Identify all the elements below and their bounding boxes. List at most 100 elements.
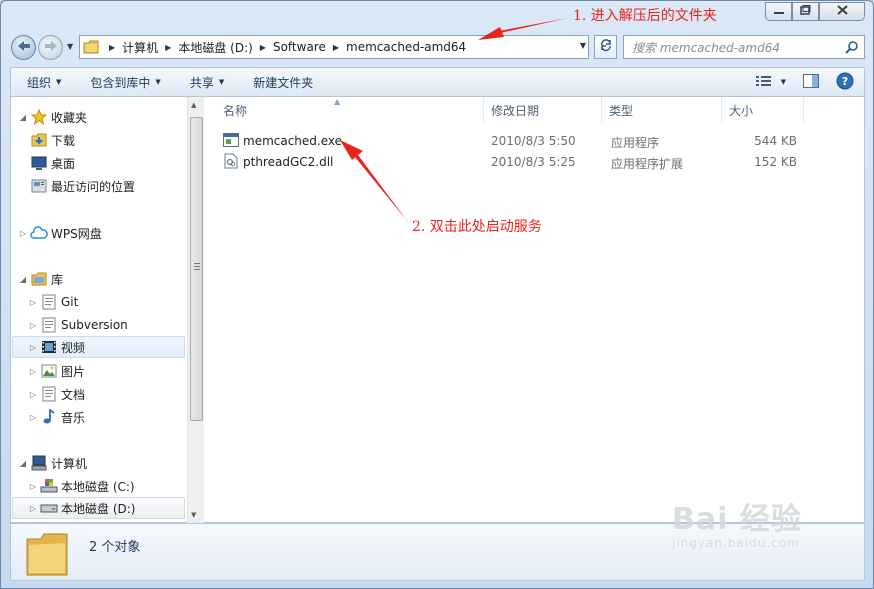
watermark-url: jingyan.baidu.com — [672, 536, 800, 550]
share-menu[interactable]: 共享 ▼ — [172, 74, 235, 91]
recent-places-icon — [30, 178, 48, 194]
breadcrumb-separator[interactable]: ▶ — [253, 43, 273, 52]
view-options-dropdown[interactable]: ▼ — [781, 78, 786, 86]
breadcrumb-separator[interactable]: ▶ — [326, 43, 346, 52]
chevron-down-icon: ▼ — [56, 78, 62, 86]
tree-label-pictures: 图片 — [61, 364, 86, 379]
tree-item-documents[interactable]: ▷ 文档 — [28, 383, 85, 405]
caption-buttons — [765, 2, 865, 21]
grip-icon — [194, 263, 200, 270]
forward-arrow-icon — [44, 40, 58, 56]
expand-arrow-icon[interactable]: ◢ — [18, 113, 28, 122]
expand-arrow-icon[interactable]: ▷ — [28, 343, 38, 352]
column-header-name-label: 名称 — [223, 103, 248, 118]
file-list[interactable]: ▲ 名称 修改日期 类型 大小 memcached.exe 2010/8/3 5… — [204, 97, 866, 523]
organize-label: 组织 — [27, 75, 52, 90]
watermark: Bai 经验 jingyan.baidu.com — [672, 494, 802, 550]
breadcrumb-separator[interactable]: ▶ — [102, 43, 122, 52]
address-history-dropdown[interactable]: ▼ — [580, 41, 586, 50]
expand-arrow-icon[interactable]: ▷ — [28, 298, 38, 307]
column-header-size[interactable]: 大小 — [722, 97, 804, 123]
breadcrumb-separator[interactable]: ▶ — [158, 43, 178, 52]
expand-arrow-icon[interactable]: ▷ — [28, 390, 38, 399]
tree-item-music[interactable]: ▷ 音乐 — [28, 406, 85, 428]
tree-item-libraries[interactable]: ◢ 库 — [18, 268, 63, 290]
library-documents-icon — [40, 294, 58, 310]
file-row[interactable]: pthreadGC2.dll 2010/8/3 5:25 应用程序扩展 152 … — [204, 152, 866, 172]
close-icon — [836, 5, 848, 18]
chevron-down-icon: ▼ — [218, 78, 225, 86]
breadcrumb-computer[interactable]: 计算机 — [122, 39, 158, 56]
tree-item-wps[interactable]: ▷ WPS网盘 — [18, 222, 102, 244]
chevron-down-icon: ▼ — [155, 78, 161, 86]
tree-item-drive-d[interactable]: ▷ 本地磁盘 (D:) — [12, 497, 185, 519]
tree-item-desktop[interactable]: 桌面 — [28, 152, 75, 174]
tree-item-recent[interactable]: 最近访问的位置 — [28, 175, 135, 197]
search-icon[interactable] — [845, 40, 859, 57]
tree-label-libraries: 库 — [51, 272, 64, 287]
file-row[interactable]: memcached.exe 2010/8/3 5:50 应用程序 544 KB — [204, 131, 866, 151]
help-button[interactable]: ? — [834, 72, 856, 92]
folder-icon — [80, 36, 102, 58]
breadcrumb-memcached[interactable]: memcached-amd64 — [346, 40, 466, 54]
include-in-library-menu[interactable]: 包含到库中 ▼ — [72, 74, 171, 91]
tree-item-downloads[interactable]: 下载 — [28, 129, 75, 151]
minimize-button[interactable] — [765, 2, 792, 21]
refresh-button[interactable] — [594, 35, 617, 59]
tree-label-music: 音乐 — [61, 410, 86, 425]
new-folder-button[interactable]: 新建文件夹 — [235, 74, 324, 91]
expand-arrow-icon[interactable]: ▷ — [18, 229, 28, 238]
maximize-button[interactable] — [792, 2, 819, 21]
preview-pane-button[interactable] — [800, 72, 822, 92]
column-header-name[interactable]: 名称 — [216, 97, 484, 123]
close-button[interactable] — [819, 2, 865, 21]
expand-arrow-icon[interactable]: ▷ — [28, 321, 38, 330]
tree-label-subversion: Subversion — [61, 318, 128, 332]
tree-label-git: Git — [61, 295, 79, 309]
tree-item-subversion[interactable]: ▷ Subversion — [28, 314, 128, 336]
library-icon — [30, 271, 48, 287]
expand-arrow-icon[interactable]: ◢ — [18, 275, 28, 284]
navigation-pane[interactable]: ◢ 收藏夹 下载 桌面 最近访问的位置 ▷ WPS网盘 ◢ 库 ▷ Git ▷ … — [11, 97, 186, 523]
expand-arrow-icon[interactable]: ◢ — [18, 459, 28, 468]
tree-item-favorites[interactable]: ◢ 收藏夹 — [18, 106, 87, 128]
tree-item-pictures[interactable]: ▷ 图片 — [28, 360, 85, 382]
tree-label-documents: 文档 — [61, 387, 86, 402]
tree-item-computer[interactable]: ◢ 计算机 — [18, 452, 87, 474]
tree-item-videos[interactable]: ▷ 视频 — [12, 336, 185, 358]
search-input[interactable]: 搜索 memcached-amd64 — [623, 35, 865, 59]
expand-arrow-icon[interactable]: ▷ — [28, 504, 38, 513]
desktop-icon — [30, 155, 48, 171]
tree-item-git[interactable]: ▷ Git — [28, 291, 78, 313]
view-controls: ▼ ? — [753, 72, 856, 92]
tree-label-favorites: 收藏夹 — [51, 110, 88, 125]
organize-menu[interactable]: 组织 ▼ — [11, 74, 72, 91]
back-arrow-icon — [17, 40, 31, 56]
forward-button[interactable] — [38, 35, 63, 60]
column-header-type[interactable]: 类型 — [602, 97, 722, 123]
expand-arrow-icon[interactable]: ▷ — [28, 413, 38, 422]
expand-arrow-icon[interactable]: ▷ — [28, 482, 38, 491]
svg-text:?: ? — [842, 75, 848, 88]
back-button[interactable] — [11, 35, 36, 60]
watermark-brand: Bai 经验 — [672, 502, 802, 537]
column-header-modified[interactable]: 修改日期 — [484, 97, 602, 123]
scroll-down-icon[interactable]: ▼ — [191, 511, 196, 519]
column-header-modified-label: 修改日期 — [491, 103, 540, 118]
share-label: 共享 — [189, 75, 214, 90]
tree-label-downloads: 下载 — [51, 133, 76, 148]
breadcrumb-drive-d[interactable]: 本地磁盘 (D:) — [178, 39, 252, 56]
breadcrumb-software[interactable]: Software — [273, 40, 326, 54]
tree-item-drive-c[interactable]: ▷ 本地磁盘 (C:) — [28, 475, 135, 497]
recent-pages-dropdown[interactable]: ▼ — [67, 42, 73, 51]
change-view-button[interactable] — [753, 72, 775, 92]
expand-arrow-icon[interactable]: ▷ — [28, 367, 38, 376]
address-bar[interactable]: ▶ 计算机 ▶ 本地磁盘 (D:) ▶ Software ▶ memcached… — [79, 35, 589, 59]
minimize-icon — [773, 5, 784, 18]
details-view-icon — [755, 75, 772, 90]
scrollbar-thumb[interactable] — [190, 117, 203, 421]
item-count: 2 个对象 — [89, 540, 141, 555]
nav-pane-scrollbar[interactable]: ▲ ▼ — [187, 97, 204, 523]
scroll-up-icon[interactable]: ▲ — [191, 101, 196, 109]
include-in-library-label: 包含到库中 — [90, 75, 151, 90]
